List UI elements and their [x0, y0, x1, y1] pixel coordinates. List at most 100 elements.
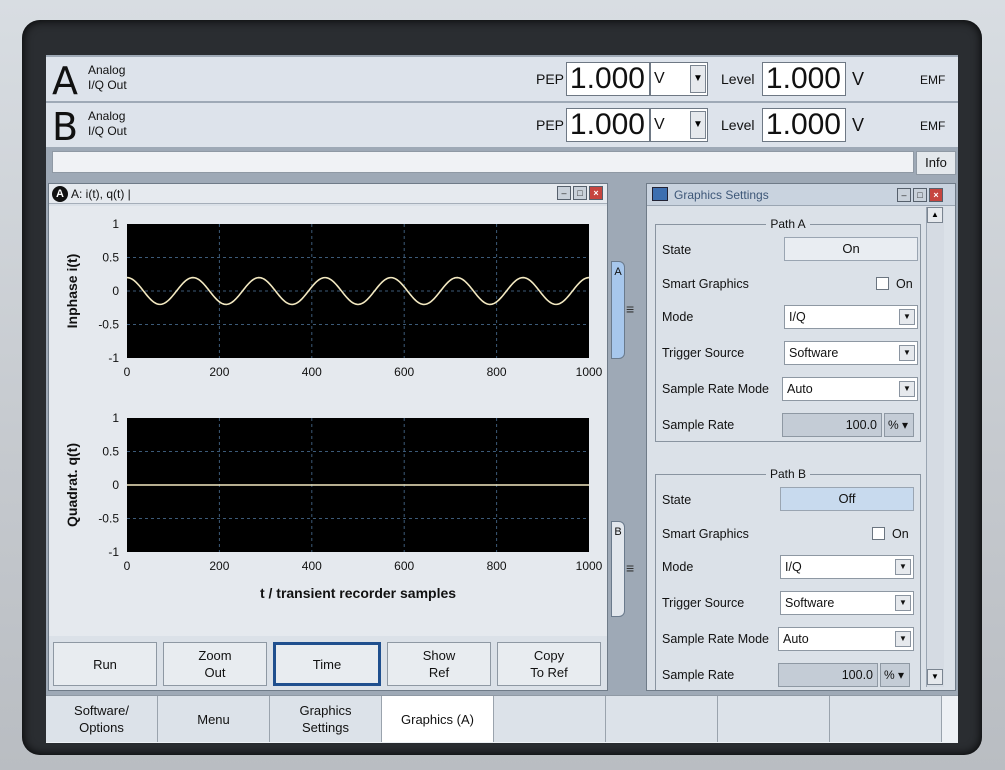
- maximize-icon[interactable]: □: [913, 188, 927, 202]
- taskbar-menu[interactable]: Menu: [158, 696, 270, 742]
- chevron-down-icon[interactable]: ▼: [895, 595, 911, 611]
- path-a-state-button[interactable]: On: [784, 237, 918, 261]
- path-b-srm-label: Sample Rate Mode: [662, 632, 770, 646]
- path-a-title: Path A: [656, 217, 920, 231]
- scroll-up-icon[interactable]: ▲: [927, 207, 943, 223]
- path-b-trigger-select[interactable]: Software ▼: [780, 591, 914, 615]
- path-a-state-label: State: [662, 243, 692, 257]
- y-tick-label: 0.5: [102, 445, 119, 459]
- path-b-smart-checkbox[interactable]: [872, 527, 885, 540]
- path-b-trigger-label: Trigger Source: [662, 596, 745, 610]
- path-a-sr-value[interactable]: 100.0: [782, 413, 882, 437]
- zoom-out-button[interactable]: Zoom Out: [163, 642, 267, 686]
- chevron-down-icon[interactable]: ▼: [899, 381, 915, 397]
- path-a-trigger-select[interactable]: Software ▼: [784, 341, 918, 365]
- path-a-smart-on: On: [896, 277, 913, 291]
- taskbar-empty-5[interactable]: [494, 696, 606, 742]
- path-b-smart-on: On: [892, 527, 909, 541]
- chevron-down-icon[interactable]: ▼: [895, 559, 911, 575]
- x-tick-label: 600: [394, 365, 414, 379]
- path-b-mode-select[interactable]: I/Q ▼: [780, 555, 914, 579]
- path-a-smart-label: Smart Graphics: [662, 277, 749, 291]
- channel-b-pep-unit-text: V: [654, 116, 665, 133]
- channel-a-pep-unit-text: V: [654, 70, 665, 87]
- channel-b-level-value[interactable]: 1.000: [762, 108, 846, 142]
- x-tick-label: 800: [487, 365, 507, 379]
- channel-b-header: B Analog I/Q Out PEP 1.000 V ▼ Level 1.0…: [46, 103, 958, 149]
- show-ref-button[interactable]: Show Ref: [387, 642, 491, 686]
- path-b-mode-label: Mode: [662, 560, 694, 574]
- chevron-down-icon[interactable]: ▼: [690, 111, 706, 139]
- close-icon[interactable]: ×: [589, 186, 603, 200]
- channel-a-pep-value[interactable]: 1.000: [566, 62, 650, 96]
- y-tick-label: 1: [112, 217, 119, 231]
- channel-b-letter: B: [52, 105, 79, 149]
- run-button[interactable]: Run: [53, 642, 157, 686]
- y-tick-label: 1: [112, 411, 119, 425]
- chevron-down-icon[interactable]: ▼: [690, 65, 706, 93]
- graph-window-titlebar[interactable]: A A: i(t), q(t) | – □ ×: [49, 184, 607, 204]
- path-a-mode-select[interactable]: I/Q ▼: [784, 305, 918, 329]
- y-tick-label: 0: [112, 284, 119, 298]
- channel-a-emf: EMF: [920, 73, 946, 87]
- path-b-srm-select[interactable]: Auto ▼: [778, 627, 914, 651]
- channel-a-level-label: Level: [721, 71, 755, 87]
- y-tick-label: -0.5: [98, 318, 119, 332]
- time-button[interactable]: Time: [273, 642, 381, 686]
- info-button[interactable]: Info: [916, 151, 956, 175]
- channel-a-description: Analog I/Q Out: [88, 63, 127, 93]
- settings-scrollbar[interactable]: ▲ ▼: [926, 207, 944, 687]
- channel-a-pep-label: PEP: [536, 71, 565, 87]
- channel-a-line1: Analog: [88, 63, 126, 77]
- taskbar-empty-7[interactable]: [718, 696, 830, 742]
- copy-to-ref-button[interactable]: Copy To Ref: [497, 642, 601, 686]
- taskbar-graphics-settings[interactable]: Graphics Settings: [270, 696, 382, 742]
- chevron-down-icon[interactable]: ▼: [899, 345, 915, 361]
- path-a-group: Path A State On Smart Graphics On Mode I…: [655, 217, 921, 442]
- x-tick-label: 1000: [576, 559, 603, 573]
- y-tick-label: 0.5: [102, 251, 119, 265]
- settings-window-icon: [652, 187, 668, 201]
- path-b-sr-label: Sample Rate: [662, 668, 735, 682]
- taskbar-software-options[interactable]: Software/ Options: [46, 696, 158, 742]
- tab-path-a[interactable]: A: [611, 261, 625, 359]
- settings-titlebar[interactable]: Graphics Settings – □ ×: [647, 184, 955, 206]
- path-a-mode-value: I/Q: [789, 310, 806, 324]
- taskbar-graphics-a[interactable]: Graphics (A): [382, 696, 494, 742]
- path-a-srm-select[interactable]: Auto ▼: [782, 377, 918, 401]
- path-a-smart-checkbox[interactable]: [876, 277, 889, 290]
- channel-b-level-label: Level: [721, 117, 755, 133]
- chevron-down-icon[interactable]: ▼: [895, 631, 911, 647]
- plot-area: 0 200 400 600 800 1000 1 0.5 0 -0.5 -1 Inphase i(t)…: [49, 206, 607, 636]
- path-a-mode-label: Mode: [662, 310, 694, 324]
- path-b-sr-unit[interactable]: % ▾: [880, 663, 910, 687]
- channel-badge: A: [52, 186, 68, 202]
- scroll-down-icon[interactable]: ▼: [927, 669, 943, 685]
- path-b-mode-value: I/Q: [785, 560, 802, 574]
- path-a-title-text: Path A: [766, 217, 810, 231]
- y-tick-label: -1: [108, 545, 119, 559]
- maximize-icon[interactable]: □: [573, 186, 587, 200]
- graph-window-title: A: i(t), q(t) |: [71, 187, 131, 201]
- tab-separator-b: ≡: [626, 560, 635, 576]
- minimize-icon[interactable]: –: [897, 188, 911, 202]
- channel-a-level-value[interactable]: 1.000: [762, 62, 846, 96]
- y-tick-label: -1: [108, 351, 119, 365]
- path-b-sr-value[interactable]: 100.0: [778, 663, 878, 687]
- close-icon[interactable]: ×: [929, 188, 943, 202]
- channel-b-pep-value[interactable]: 1.000: [566, 108, 650, 142]
- path-b-trigger-value: Software: [785, 596, 835, 610]
- minimize-icon[interactable]: –: [557, 186, 571, 200]
- path-b-group: Path B State Off Smart Graphics On Mode …: [655, 467, 921, 690]
- tab-separator-a: ≡: [626, 301, 635, 317]
- path-a-trigger-label: Trigger Source: [662, 346, 745, 360]
- instrument-screen: A Analog I/Q Out PEP 1.000 V ▼ Level 1.0…: [46, 55, 958, 743]
- tab-path-b[interactable]: B: [611, 521, 625, 617]
- path-b-srm-value: Auto: [783, 632, 809, 646]
- path-a-sr-unit[interactable]: % ▾: [884, 413, 914, 437]
- taskbar-empty-8[interactable]: [830, 696, 942, 742]
- channel-a-level-unit: V: [852, 69, 865, 89]
- chevron-down-icon[interactable]: ▼: [899, 309, 915, 325]
- taskbar-empty-6[interactable]: [606, 696, 718, 742]
- path-b-state-button[interactable]: Off: [780, 487, 914, 511]
